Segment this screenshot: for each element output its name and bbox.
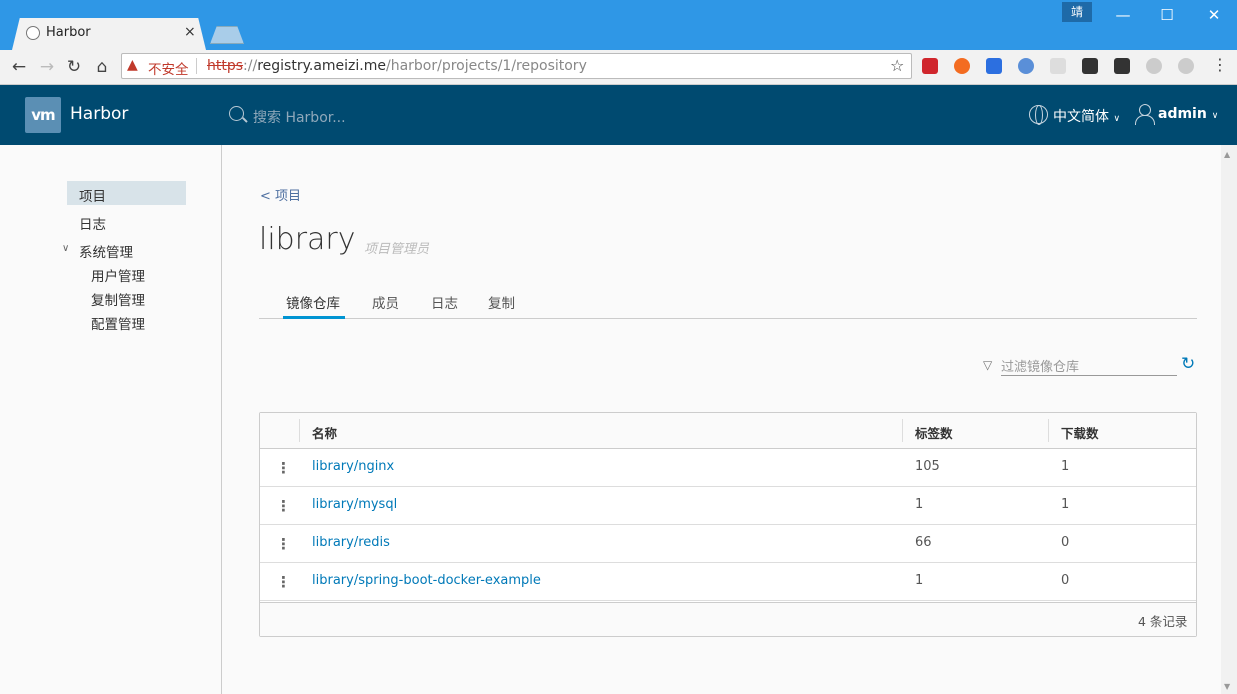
column-header-pulls[interactable]: 下载数 (1061, 423, 1099, 442)
chevron-down-icon: ∨ (1211, 111, 1219, 121)
chevron-down-icon: ∨ (1113, 114, 1121, 124)
extension-icon[interactable] (954, 58, 970, 74)
table-row[interactable] (260, 487, 1196, 525)
column-divider (299, 419, 300, 442)
sidebar-item-replication[interactable]: 复制管理 (91, 289, 145, 309)
browser-tab[interactable] (12, 18, 206, 50)
column-header-tags[interactable]: 标签数 (915, 423, 953, 442)
refresh-icon[interactable]: ↻ (1181, 354, 1195, 374)
extension-icon[interactable] (1146, 58, 1162, 74)
project-role: 项目管理员 (364, 242, 430, 257)
user-dropdown[interactable]: admin ∨ (1158, 106, 1218, 122)
tag-count: 1 (915, 497, 924, 512)
language-label: 中文简体 (1053, 109, 1109, 125)
browser-tab-title: Harbor (46, 25, 91, 40)
globe-icon[interactable] (1029, 105, 1048, 125)
row-actions-icon[interactable]: ⋮ (276, 497, 291, 515)
url-scheme: https (207, 58, 244, 74)
table-row[interactable] (260, 525, 1196, 563)
browser-menu-icon[interactable]: ⋮ (1212, 55, 1228, 74)
scroll-down-icon[interactable]: ▼ (1224, 682, 1230, 691)
tab-repositories[interactable]: 镜像仓库 (286, 292, 340, 312)
column-header-name[interactable]: 名称 (312, 423, 337, 442)
back-arrow-icon[interactable]: ← (7, 55, 31, 79)
pull-count: 0 (1061, 573, 1070, 588)
tab-members[interactable]: 成员 (372, 292, 399, 312)
language-dropdown[interactable]: 中文简体 ∨ (1053, 106, 1120, 126)
sidebar-item-logs[interactable]: 日志 (79, 213, 106, 233)
row-actions-icon[interactable]: ⋮ (276, 459, 291, 477)
warning-icon[interactable]: ▲ (127, 57, 138, 73)
sidebar (0, 145, 222, 694)
table-row[interactable] (260, 449, 1196, 487)
username: admin (1158, 106, 1207, 122)
tag-count: 1 (915, 573, 924, 588)
pull-count: 1 (1061, 497, 1070, 512)
table-header (260, 413, 1196, 449)
address-divider (196, 58, 197, 74)
close-window-button[interactable]: ✕ (1197, 4, 1231, 26)
url-text[interactable]: https://registry.ameizi.me/harbor/projec… (207, 58, 587, 74)
repository-link[interactable]: library/spring-boot-docker-example (312, 573, 541, 588)
tabs-divider (259, 318, 1197, 319)
page-scrollbar[interactable] (1221, 145, 1237, 694)
extension-icon[interactable] (1114, 58, 1130, 74)
extension-icon[interactable] (1178, 58, 1194, 74)
tab-logs[interactable]: 日志 (431, 292, 458, 312)
security-label[interactable]: 不安全 (148, 58, 189, 78)
global-search-input[interactable]: 搜索 Harbor... (253, 107, 346, 127)
url-path: /harbor/projects/1/repository (385, 58, 587, 74)
repository-link[interactable]: library/redis (312, 535, 390, 550)
tag-count: 66 (915, 535, 932, 550)
page-title: library (259, 222, 356, 257)
user-icon[interactable] (1135, 104, 1155, 125)
extension-icon[interactable] (986, 58, 1002, 74)
chevron-down-icon[interactable]: ∨ (62, 243, 69, 254)
sidebar-item-projects[interactable]: 项目 (79, 185, 106, 205)
app-header (0, 85, 1237, 145)
row-actions-icon[interactable]: ⋮ (276, 573, 291, 591)
browser-profile-badge[interactable]: 靖 (1062, 2, 1092, 22)
tab-replication[interactable]: 复制 (488, 292, 515, 312)
reload-icon[interactable]: ↻ (62, 55, 86, 79)
filter-icon[interactable]: ▽ (983, 358, 992, 372)
repository-link[interactable]: library/nginx (312, 459, 394, 474)
home-icon[interactable]: ⌂ (90, 55, 114, 79)
extension-icon[interactable] (1050, 58, 1066, 74)
row-actions-icon[interactable]: ⋮ (276, 535, 291, 553)
minimize-window-button[interactable]: — (1106, 4, 1140, 26)
pull-count: 0 (1061, 535, 1070, 550)
column-divider[interactable] (1048, 419, 1049, 442)
extension-icon[interactable] (1082, 58, 1098, 74)
bookmark-star-icon[interactable]: ☆ (890, 56, 904, 75)
repository-link[interactable]: library/mysql (312, 497, 397, 512)
sidebar-item-users[interactable]: 用户管理 (91, 265, 145, 285)
tag-count: 105 (915, 459, 940, 474)
sidebar-item-configuration[interactable]: 配置管理 (91, 313, 145, 333)
forward-arrow-icon[interactable]: → (35, 55, 59, 79)
vmware-logo[interactable]: vm (25, 97, 61, 133)
filter-repositories-input[interactable]: 过滤镜像仓库 (1001, 356, 1177, 376)
extension-icon[interactable] (1018, 58, 1034, 74)
search-icon[interactable] (229, 106, 244, 121)
url-host: registry.ameizi.me (257, 58, 386, 74)
url-separator: :// (243, 58, 258, 74)
table-footer (260, 602, 1196, 636)
maximize-window-button[interactable]: ☐ (1150, 4, 1184, 26)
extension-icon[interactable] (922, 58, 938, 74)
scroll-up-icon[interactable]: ▲ (1224, 150, 1230, 159)
pull-count: 1 (1061, 459, 1070, 474)
brand-title[interactable]: Harbor (70, 104, 128, 124)
back-to-projects-link[interactable]: < 项目 (260, 185, 301, 204)
close-tab-icon[interactable]: × (184, 24, 196, 40)
active-tab-indicator (283, 316, 345, 319)
sidebar-item-administration[interactable]: 系统管理 (79, 241, 133, 261)
record-count: 4 条记录 (1138, 614, 1188, 629)
harbor-favicon-icon (26, 26, 40, 40)
column-divider[interactable] (902, 419, 903, 442)
